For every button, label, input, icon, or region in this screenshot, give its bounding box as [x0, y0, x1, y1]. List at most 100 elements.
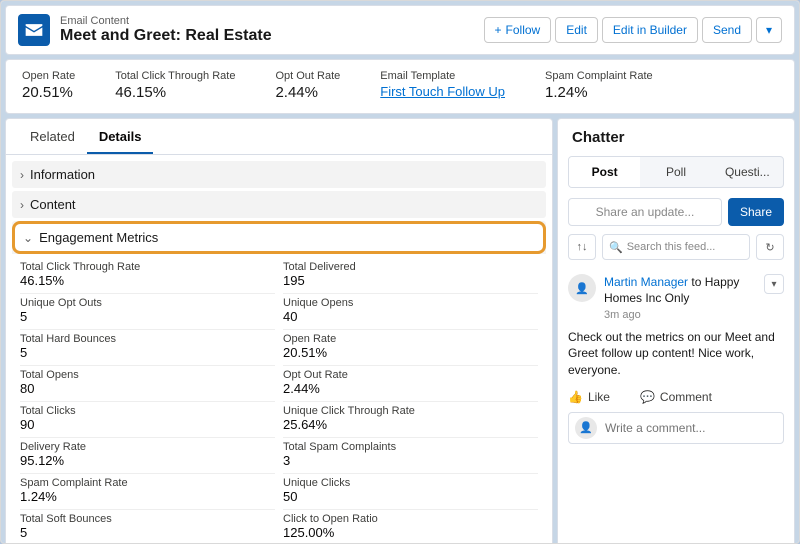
metric-value: 5 — [20, 309, 275, 324]
metric-value: 2.44% — [283, 381, 538, 396]
search-feed-input[interactable]: 🔍Search this feed... — [602, 234, 750, 260]
chevron-down-icon: ⌄ — [23, 231, 33, 245]
metric-row: Opt Out Rate2.44% — [283, 365, 538, 401]
metric-row: Unique Clicks50 — [283, 473, 538, 509]
chatter-post: 👤 Martin Manager to Happy Homes Inc Only… — [558, 266, 794, 452]
details-panel: Related Details ›Information ›Content ⌄E… — [5, 118, 553, 543]
write-comment-input[interactable] — [605, 421, 777, 435]
chevron-down-icon: ▾ — [766, 23, 772, 37]
kpi-spam-label: Spam Complaint Rate — [545, 70, 653, 82]
metric-label: Open Rate — [283, 333, 538, 345]
comment-button[interactable]: 💬Comment — [640, 390, 712, 404]
kpi-template-link[interactable]: First Touch Follow Up — [380, 84, 505, 99]
chatter-tab-poll[interactable]: Poll — [640, 157, 711, 187]
kpi-ctr-value: 46.15% — [115, 84, 235, 101]
sort-feed-button[interactable]: ↑↓ — [568, 234, 596, 260]
metric-row: Total Click Through Rate46.15% — [20, 258, 275, 293]
metric-row: Total Delivered195 — [283, 258, 538, 293]
email-content-icon — [18, 14, 50, 46]
page-title: Meet and Greet: Real Estate — [60, 27, 474, 45]
send-button[interactable]: Send — [702, 17, 752, 43]
metric-label: Total Click Through Rate — [20, 261, 275, 273]
chevron-right-icon: › — [20, 198, 24, 212]
kpi-spam-value: 1.24% — [545, 84, 653, 101]
refresh-feed-button[interactable]: ↻ — [756, 234, 784, 260]
edit-button[interactable]: Edit — [555, 17, 598, 43]
chevron-right-icon: › — [20, 168, 24, 182]
metric-value: 3 — [283, 453, 538, 468]
metric-label: Total Opens — [20, 369, 275, 381]
share-button[interactable]: Share — [728, 198, 784, 226]
record-header: Email Content Meet and Greet: Real Estat… — [5, 5, 795, 55]
metric-row: Delivery Rate95.12% — [20, 437, 275, 473]
section-content[interactable]: ›Content — [12, 191, 546, 218]
chatter-panel: Chatter Post Poll Questi... Share an upd… — [557, 118, 795, 543]
metric-value: 5 — [20, 525, 275, 540]
refresh-icon: ↻ — [765, 241, 774, 254]
metric-label: Unique Clicks — [283, 477, 538, 489]
metric-row: Unique Opens40 — [283, 293, 538, 329]
metric-value: 40 — [283, 309, 538, 324]
like-icon: 👍 — [568, 390, 583, 404]
metric-value: 46.15% — [20, 273, 275, 288]
like-button[interactable]: 👍Like — [568, 390, 610, 404]
chatter-tab-question[interactable]: Questi... — [712, 157, 783, 187]
metric-label: Opt Out Rate — [283, 369, 538, 381]
post-author-link[interactable]: Martin Manager — [604, 275, 688, 289]
highlights-panel: Open Rate20.51% Total Click Through Rate… — [5, 59, 795, 114]
section-information[interactable]: ›Information — [12, 161, 546, 188]
metric-row: Total Hard Bounces5 — [20, 329, 275, 365]
metric-label: Total Hard Bounces — [20, 333, 275, 345]
kpi-template-label: Email Template — [380, 70, 505, 82]
metric-label: Total Spam Complaints — [283, 441, 538, 453]
kpi-optout-label: Opt Out Rate — [275, 70, 340, 82]
object-label: Email Content — [60, 15, 474, 27]
metric-label: Spam Complaint Rate — [20, 477, 275, 489]
metric-row: Total Spam Complaints3 — [283, 437, 538, 473]
metric-row: Unique Opt Outs5 — [20, 293, 275, 329]
metric-value: 95.12% — [20, 453, 275, 468]
tab-related[interactable]: Related — [18, 119, 87, 154]
metric-value: 1.24% — [20, 489, 275, 504]
comment-icon: 💬 — [640, 390, 655, 404]
metric-value: 50 — [283, 489, 538, 504]
metric-label: Unique Opt Outs — [20, 297, 275, 309]
metric-row: Click to Open Ratio125.00% — [283, 509, 538, 543]
metric-label: Total Clicks — [20, 405, 275, 417]
metric-row: Total Soft Bounces5 — [20, 509, 275, 543]
avatar: 👤 — [575, 417, 597, 439]
metric-value: 5 — [20, 345, 275, 360]
post-menu-button[interactable]: ▾ — [764, 274, 784, 294]
kpi-open-rate-label: Open Rate — [22, 70, 75, 82]
tab-details[interactable]: Details — [87, 119, 154, 154]
more-actions-dropdown[interactable]: ▾ — [756, 17, 782, 43]
metric-row: Spam Complaint Rate1.24% — [20, 473, 275, 509]
metric-label: Total Soft Bounces — [20, 513, 275, 525]
metric-value: 195 — [283, 273, 538, 288]
avatar: 👤 — [568, 274, 596, 302]
chevron-down-icon: ▾ — [771, 279, 776, 290]
metric-label: Unique Click Through Rate — [283, 405, 538, 417]
metric-row: Total Clicks90 — [20, 401, 275, 437]
edit-in-builder-button[interactable]: Edit in Builder — [602, 17, 698, 43]
metric-label: Delivery Rate — [20, 441, 275, 453]
metric-value: 20.51% — [283, 345, 538, 360]
metric-value: 90 — [20, 417, 275, 432]
metric-label: Click to Open Ratio — [283, 513, 538, 525]
metric-row: Unique Click Through Rate25.64% — [283, 401, 538, 437]
share-update-input[interactable]: Share an update... — [568, 198, 722, 226]
follow-button[interactable]: +Follow — [484, 17, 552, 43]
search-icon: 🔍 — [609, 241, 623, 254]
chatter-title: Chatter — [558, 119, 794, 156]
section-engagement-metrics[interactable]: ⌄Engagement Metrics — [12, 221, 546, 254]
metric-row: Open Rate20.51% — [283, 329, 538, 365]
metric-value: 80 — [20, 381, 275, 396]
post-body: Check out the metrics on our Meet and Gr… — [568, 329, 784, 378]
post-timestamp: 3m ago — [604, 309, 641, 321]
metric-value: 25.64% — [283, 417, 538, 432]
kpi-open-rate-value: 20.51% — [22, 84, 75, 101]
chatter-tab-post[interactable]: Post — [569, 157, 640, 187]
metric-label: Total Delivered — [283, 261, 538, 273]
metric-row: Total Opens80 — [20, 365, 275, 401]
kpi-optout-value: 2.44% — [275, 84, 340, 101]
